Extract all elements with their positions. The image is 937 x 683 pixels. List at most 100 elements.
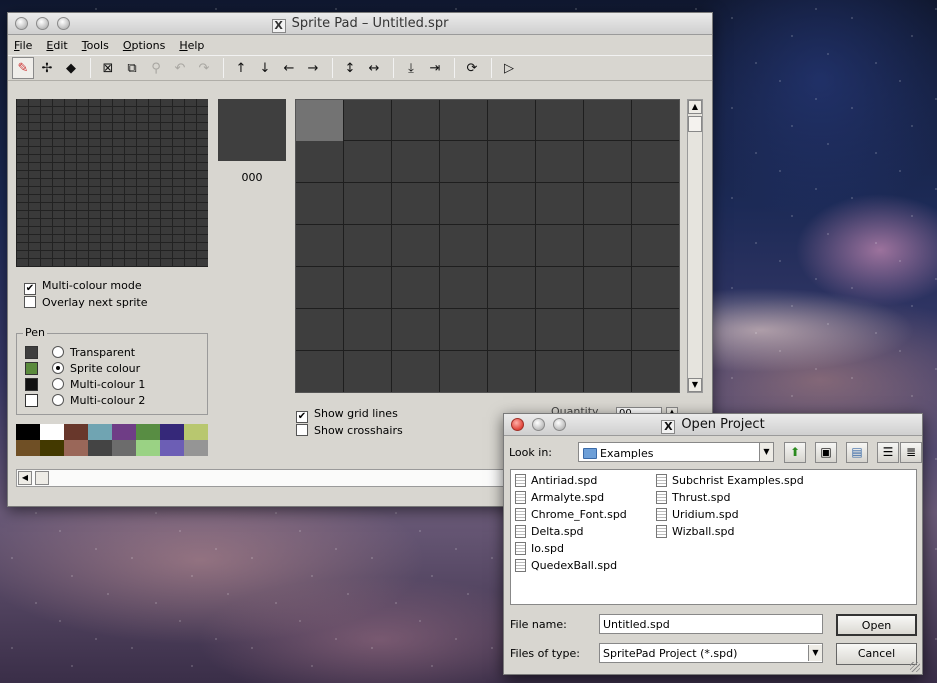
pen-radio[interactable]	[52, 394, 64, 406]
new-folder-icon[interactable]: ▤	[846, 442, 868, 463]
palette-colour-swatch[interactable]	[160, 424, 184, 440]
file-name: QuedexBall.spd	[531, 559, 618, 572]
checkbox-label: Show crosshairs	[314, 424, 403, 437]
pen-option-multi-colour-1[interactable]: Multi-colour 1	[25, 376, 145, 392]
pen-radio[interactable]	[52, 346, 64, 358]
palette-colour-swatch[interactable]	[184, 424, 208, 440]
palette-colour-swatch[interactable]	[40, 424, 64, 440]
palette-colour-swatch[interactable]	[16, 424, 40, 440]
show-crosshairs-checkbox[interactable]: Show crosshairs	[296, 424, 403, 437]
menu-file[interactable]: File	[12, 39, 34, 55]
undo-icon[interactable]: ↶	[169, 57, 191, 79]
pen-color-swatch[interactable]	[25, 345, 38, 359]
eyedropper-icon[interactable]: ⚲	[145, 57, 167, 79]
palette-colour-swatch[interactable]	[112, 424, 136, 440]
flip-vertical-icon[interactable]: ↕	[339, 57, 361, 79]
checkbox-box[interactable]: ✔	[296, 411, 308, 423]
list-item[interactable]: Uridium.spd	[656, 506, 739, 523]
shift-left-icon[interactable]: ←	[278, 57, 300, 79]
multicolour-mode-checkbox[interactable]: ✔ Multi-colour mode	[24, 279, 142, 295]
pen-option-label: Multi-colour 1	[70, 377, 146, 391]
pen-color-swatch[interactable]	[25, 377, 38, 391]
pen-option-sprite-colour[interactable]: Sprite colour	[25, 360, 140, 376]
palette-colour-swatch[interactable]	[64, 440, 88, 456]
pen-color-swatch[interactable]	[25, 361, 38, 375]
list-item[interactable]: Subchrist Examples.spd	[656, 472, 804, 489]
file-icon	[656, 525, 667, 538]
select-icon[interactable]: ⧉	[121, 57, 143, 79]
palette-colour-swatch[interactable]	[136, 440, 160, 456]
fill-bucket-icon[interactable]: ◆	[60, 57, 82, 79]
list-item[interactable]: Chrome_Font.spd	[515, 506, 627, 523]
menu-edit[interactable]: Edit	[44, 39, 69, 55]
dialog-title-text: Open Project	[681, 417, 765, 432]
palette-colour-swatch[interactable]	[112, 440, 136, 456]
sprite-overview-grid[interactable]	[16, 99, 208, 267]
open-button[interactable]: Open	[836, 614, 917, 636]
sprite-editor-canvas[interactable]	[295, 99, 680, 393]
stretch-down-icon[interactable]: ⤓	[400, 57, 422, 79]
chevron-down-icon[interactable]: ▼	[808, 645, 822, 661]
redo-icon[interactable]: ↷	[193, 57, 215, 79]
look-in-label: Look in:	[509, 446, 552, 459]
play-icon[interactable]: ▷	[498, 57, 520, 79]
resize-grip-icon[interactable]	[910, 662, 920, 672]
scroll-left-button[interactable]: ◀	[18, 471, 32, 485]
up-folder-button[interactable]: ⬆	[784, 442, 806, 463]
shift-right-icon[interactable]: →	[302, 57, 324, 79]
look-in-select[interactable]: Examples ▼	[578, 442, 774, 462]
cancel-button[interactable]: Cancel	[836, 643, 917, 665]
chevron-down-icon[interactable]: ▼	[759, 443, 773, 461]
file-name-field[interactable]: Untitled.spd	[599, 614, 823, 634]
checkbox-box[interactable]: ✔	[24, 283, 36, 295]
palette-colour-swatch[interactable]	[64, 424, 88, 440]
list-item[interactable]: Armalyte.spd	[515, 489, 604, 506]
vertical-scrollbar[interactable]: ▲ ▼	[687, 99, 703, 393]
menu-options[interactable]: Options	[121, 39, 167, 55]
pen-option-transparent[interactable]: Transparent	[25, 344, 135, 360]
scroll-thumb[interactable]	[35, 471, 49, 485]
palette-colour-swatch[interactable]	[88, 424, 112, 440]
rotate-icon[interactable]: ⟳	[461, 57, 483, 79]
menu-tools[interactable]: Tools	[80, 39, 111, 55]
pen-color-swatch[interactable]	[25, 393, 38, 407]
menu-help[interactable]: Help	[177, 39, 206, 55]
pen-radio[interactable]	[52, 362, 64, 374]
palette-colour-swatch[interactable]	[160, 440, 184, 456]
file-name: Delta.spd	[531, 525, 584, 538]
palette-colour-swatch[interactable]	[88, 440, 112, 456]
clear-icon[interactable]: ⊠	[97, 57, 119, 79]
pen-radio[interactable]	[52, 378, 64, 390]
list-item[interactable]: QuedexBall.spd	[515, 557, 617, 574]
pen-group: Pen Transparent Sprite colour Multi-colo…	[16, 326, 208, 415]
palette-colour-swatch[interactable]	[184, 440, 208, 456]
files-of-type-select[interactable]: SpritePad Project (*.spd) ▼	[599, 643, 823, 663]
pencil-icon[interactable]: ✎	[12, 57, 34, 79]
list-item[interactable]: Delta.spd	[515, 523, 584, 540]
palette-colour-swatch[interactable]	[40, 440, 64, 456]
scroll-up-button[interactable]: ▲	[688, 100, 702, 114]
show-grid-lines-checkbox[interactable]: ✔ Show grid lines	[296, 407, 398, 423]
list-item[interactable]: Antiriad.spd	[515, 472, 597, 489]
checkbox-box[interactable]	[296, 424, 308, 436]
dialog-titlebar: X Open Project	[504, 414, 922, 436]
list-item[interactable]: Io.spd	[515, 540, 564, 557]
pen-option-multi-colour-2[interactable]: Multi-colour 2	[25, 392, 145, 408]
palette-colour-swatch[interactable]	[16, 440, 40, 456]
window-titlebar: X Sprite Pad – Untitled.spr	[8, 13, 712, 35]
move-pixels-icon[interactable]: ✢	[36, 57, 58, 79]
overlay-next-sprite-checkbox[interactable]: Overlay next sprite	[24, 296, 148, 309]
detail-view-icon[interactable]: ≣	[900, 442, 922, 463]
checkbox-box[interactable]	[24, 296, 36, 308]
shift-down-icon[interactable]: ↓	[254, 57, 276, 79]
stretch-right-icon[interactable]: ⇥	[424, 57, 446, 79]
desktop-icon[interactable]: ▣	[815, 442, 837, 463]
scroll-thumb[interactable]	[688, 116, 702, 132]
shift-up-icon[interactable]: ↑	[230, 57, 252, 79]
list-item[interactable]: Thrust.spd	[656, 489, 730, 506]
palette-colour-swatch[interactable]	[136, 424, 160, 440]
list-item[interactable]: Wizball.spd	[656, 523, 735, 540]
scroll-down-button[interactable]: ▼	[688, 378, 702, 392]
flip-horizontal-icon[interactable]: ↔	[363, 57, 385, 79]
list-view-icon[interactable]: ☰	[877, 442, 899, 463]
